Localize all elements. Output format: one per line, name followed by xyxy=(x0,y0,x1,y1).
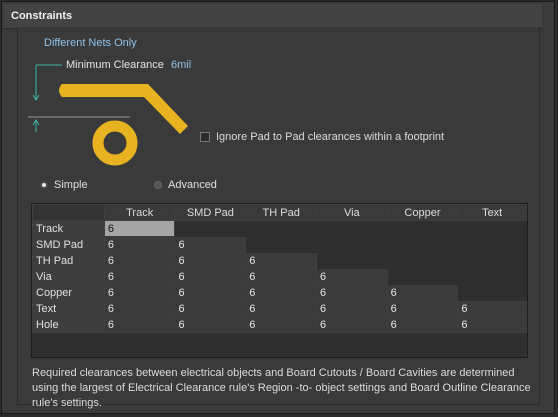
clearance-footnote: Required clearances between electrical o… xyxy=(32,367,531,409)
matrix-value-cell[interactable]: 6 xyxy=(457,300,527,317)
clearance-diagram xyxy=(28,64,188,166)
matrix-row: Track 6 xyxy=(32,220,527,237)
matrix-value-cell[interactable]: 6 xyxy=(316,316,388,333)
matrix-empty-cell xyxy=(245,220,318,237)
minimum-clearance-value[interactable]: 6mil xyxy=(171,59,191,71)
matrix-value-cell[interactable]: 6 xyxy=(316,268,388,285)
matrix-column-header: Copper xyxy=(386,204,459,221)
advanced-radio-dot[interactable] xyxy=(154,181,162,189)
matrix-empty-cell xyxy=(457,220,527,237)
matrix-value-cell[interactable]: 6 xyxy=(174,236,247,253)
matrix-column-header: Track xyxy=(103,204,176,221)
matrix-row: Copper 6 6 6 6 6 xyxy=(32,284,527,301)
matrix-value-cell[interactable]: 6 xyxy=(245,300,318,317)
matrix-row: Text 6 6 6 6 6 6 xyxy=(32,300,527,317)
matrix-value-cell[interactable]: 6 xyxy=(174,300,247,317)
matrix-value-cell[interactable]: 6 xyxy=(386,316,459,333)
simple-radio-dot[interactable] xyxy=(40,181,48,189)
matrix-row-header: SMD Pad xyxy=(32,236,105,253)
matrix-value-cell[interactable]: 6 xyxy=(174,268,247,285)
matrix-empty-cell xyxy=(386,236,459,253)
matrix-value-cell[interactable]: 6 xyxy=(103,316,176,333)
ignore-pad-to-pad-checkbox-row[interactable]: Ignore Pad to Pad clearances within a fo… xyxy=(200,131,444,143)
matrix-column-header: Text xyxy=(457,204,527,221)
matrix-value-cell[interactable]: 6 xyxy=(316,300,388,317)
matrix-row: SMD Pad 6 6 xyxy=(32,236,527,253)
clearance-matrix-table: Track SMD Pad TH Pad Via Copper Text Tra… xyxy=(32,204,527,333)
matrix-row-header: Via xyxy=(32,268,105,285)
simple-radio[interactable]: Simple xyxy=(40,179,88,191)
matrix-row-header: Text xyxy=(32,300,105,317)
matrix-empty-cell xyxy=(457,284,527,301)
matrix-row: Via 6 6 6 6 xyxy=(32,268,527,285)
matrix-empty-cell xyxy=(174,220,247,237)
matrix-value-cell[interactable]: 6 xyxy=(174,284,247,301)
matrix-row: Hole 6 6 6 6 6 6 xyxy=(32,316,527,333)
matrix-empty-cell xyxy=(457,268,527,285)
minimum-clearance-label: Minimum Clearance xyxy=(66,59,164,71)
ignore-pad-to-pad-label: Ignore Pad to Pad clearances within a fo… xyxy=(216,131,445,143)
simple-radio-label: Simple xyxy=(54,179,88,191)
matrix-empty-cell xyxy=(316,220,388,237)
matrix-value-cell[interactable]: 6 xyxy=(174,316,247,333)
matrix-empty-cell xyxy=(386,252,459,269)
matrix-value-cell[interactable]: 6 xyxy=(457,316,527,333)
matrix-value-cell[interactable]: 6 xyxy=(316,284,388,301)
matrix-value-cell[interactable]: 6 xyxy=(103,236,176,253)
matrix-value-cell[interactable]: 6 xyxy=(174,252,247,269)
matrix-value-cell[interactable]: 6 xyxy=(103,284,176,301)
matrix-value-cell[interactable]: 6 xyxy=(245,252,318,269)
matrix-empty-cell xyxy=(245,236,318,253)
matrix-value-cell[interactable]: 6 xyxy=(386,284,459,301)
matrix-value-cell[interactable]: 6 xyxy=(103,220,176,237)
matrix-corner-cell xyxy=(32,204,105,221)
matrix-value-cell[interactable]: 6 xyxy=(386,300,459,317)
matrix-empty-cell xyxy=(457,252,527,269)
clearance-dimension-icon xyxy=(32,64,62,132)
matrix-value-cell[interactable]: 6 xyxy=(103,300,176,317)
matrix-value-cell[interactable]: 6 xyxy=(103,252,176,269)
clearance-matrix: Track SMD Pad TH Pad Via Copper Text Tra… xyxy=(31,203,528,358)
matrix-empty-cell xyxy=(386,268,459,285)
matrix-column-header: TH Pad xyxy=(245,204,318,221)
matrix-value-cell[interactable]: 6 xyxy=(245,316,318,333)
matrix-row-header: Track xyxy=(32,220,105,237)
ignore-pad-to-pad-checkbox[interactable] xyxy=(200,132,210,142)
matrix-empty-cell xyxy=(457,236,527,253)
matrix-value-cell[interactable]: 6 xyxy=(245,284,318,301)
advanced-radio-label: Advanced xyxy=(168,179,217,191)
matrix-column-header: SMD Pad xyxy=(174,204,247,221)
matrix-empty-cell xyxy=(386,220,459,237)
matrix-row-header: Copper xyxy=(32,284,105,301)
matrix-column-header: Via xyxy=(316,204,388,221)
advanced-radio[interactable]: Advanced xyxy=(154,179,217,191)
matrix-row-header: Hole xyxy=(32,316,105,333)
matrix-value-cell[interactable]: 6 xyxy=(245,268,318,285)
matrix-header-row: Track SMD Pad TH Pad Via Copper Text xyxy=(32,204,527,221)
pad-shape xyxy=(92,120,138,166)
matrix-row-header: TH Pad xyxy=(32,252,105,269)
matrix-value-cell[interactable]: 6 xyxy=(103,268,176,285)
matrix-row: TH Pad 6 6 6 xyxy=(32,252,527,269)
matrix-empty-cell xyxy=(316,252,388,269)
matrix-empty-cell xyxy=(316,236,388,253)
